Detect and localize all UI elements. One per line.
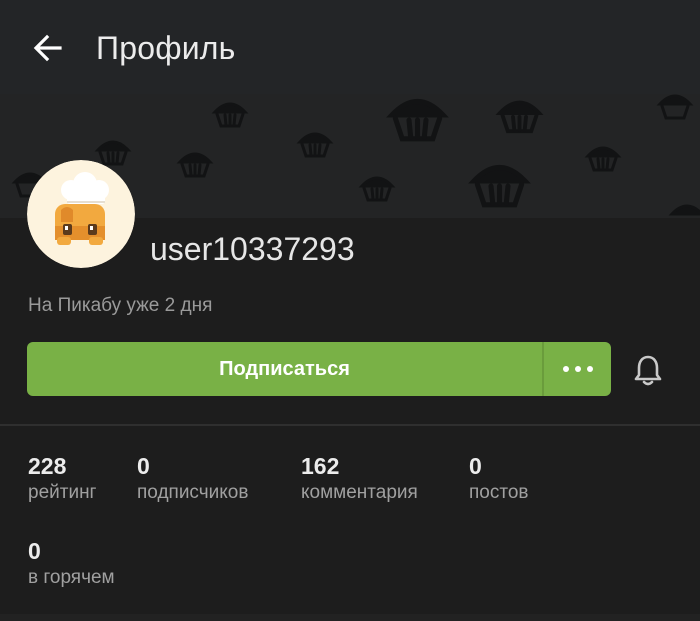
profile-screen: Профиль user10337293 На Пикабу уже 2 дня… <box>0 0 700 621</box>
stat-value: 0 <box>137 453 150 479</box>
stat-value: 228 <box>28 453 67 479</box>
back-button[interactable] <box>28 28 68 68</box>
stat-hot[interactable]: 0 в горячем <box>28 537 115 590</box>
more-dots-icon <box>587 366 593 372</box>
stat-label: рейтинг <box>28 482 97 503</box>
stat-comments[interactable]: 162 комментария <box>301 452 418 505</box>
stat-rating: 228 рейтинг <box>28 452 97 505</box>
stat-posts[interactable]: 0 постов <box>469 452 529 505</box>
app-bar: Профиль <box>0 0 700 94</box>
stat-label: в горячем <box>28 567 115 588</box>
more-dots-icon <box>575 366 581 372</box>
stat-label: постов <box>469 482 529 503</box>
member-since: На Пикабу уже 2 дня <box>28 295 213 316</box>
stat-value: 162 <box>301 453 340 479</box>
stat-subscribers[interactable]: 0 подписчиков <box>137 452 248 505</box>
stat-label: подписчиков <box>137 482 249 503</box>
avatar[interactable] <box>27 160 135 268</box>
arrow-left-icon <box>33 34 62 62</box>
more-options-button[interactable] <box>544 342 611 396</box>
divider <box>0 424 700 426</box>
subscribe-button-group: Подписаться <box>27 342 611 396</box>
stat-label: комментария <box>301 482 418 503</box>
notifications-button[interactable] <box>630 352 666 388</box>
chef-pikabu-avatar <box>27 160 135 268</box>
bell-icon <box>634 355 662 386</box>
stat-value: 0 <box>28 538 41 564</box>
username: user10337293 <box>150 231 355 267</box>
bottom-edge <box>0 614 700 621</box>
subscribe-button[interactable]: Подписаться <box>27 342 542 396</box>
stat-value: 0 <box>469 453 482 479</box>
page-title: Профиль <box>96 30 236 66</box>
more-dots-icon <box>563 366 569 372</box>
